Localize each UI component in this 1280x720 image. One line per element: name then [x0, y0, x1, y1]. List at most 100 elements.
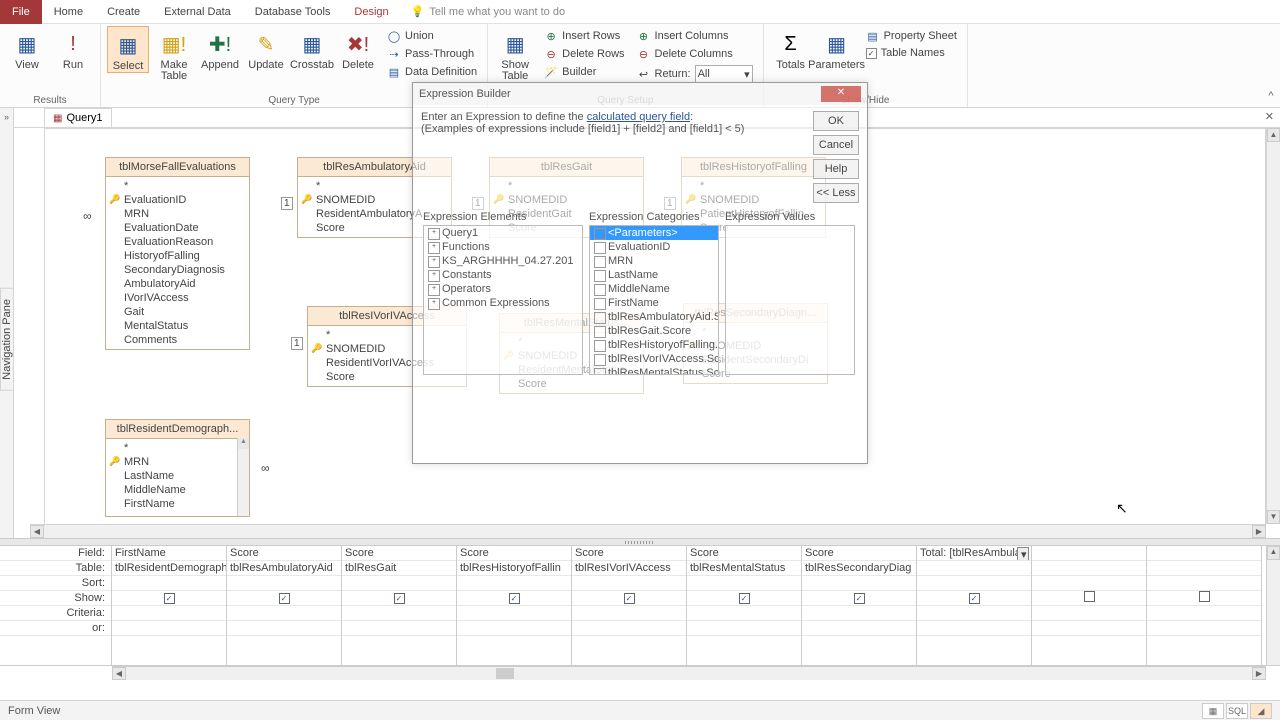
table-cell[interactable]: tblResSecondaryDiag	[802, 561, 916, 576]
horizontal-scrollbar[interactable]: ◀▶	[30, 524, 1266, 538]
update-button[interactable]: ✎Update	[245, 26, 287, 71]
show-cell[interactable]: ✓	[342, 591, 456, 606]
show-cell[interactable]: ✓	[917, 591, 1031, 606]
tree-item[interactable]: Constants	[424, 268, 582, 282]
show-checkbox[interactable]: ✓	[279, 593, 290, 604]
splitter[interactable]	[0, 538, 1280, 546]
close-icon[interactable]: ✕	[821, 86, 861, 102]
table-cell[interactable]: tblResidentDemograph	[112, 561, 226, 576]
table-cell[interactable]	[1032, 561, 1146, 576]
show-cell[interactable]	[1032, 591, 1146, 606]
append-button[interactable]: ✚!Append	[199, 26, 241, 71]
grid-column[interactable]: FirstNametblResidentDemograph✓	[112, 546, 227, 665]
grid-column[interactable]: ScoretblResHistoryofFallin✓	[457, 546, 572, 665]
dialog-titlebar[interactable]: Expression Builder✕	[413, 83, 867, 105]
insert-columns-button[interactable]: ⊕Insert Columns	[633, 28, 757, 44]
category-item[interactable]: tblResHistoryofFalling.S	[590, 338, 718, 352]
calc-field-link[interactable]: calculated query field	[587, 111, 690, 123]
tab-design[interactable]: Design	[342, 0, 400, 24]
grid-column[interactable]: ScoretblResMentalStatus ✓	[687, 546, 802, 665]
tell-me-search[interactable]: 💡Tell me what you want to do	[411, 5, 565, 18]
return-select[interactable]: All▾	[695, 65, 753, 83]
grid-column[interactable]: Total: [tblResAmbulat▾✓	[917, 546, 1032, 665]
ok-button[interactable]: OK	[813, 111, 859, 131]
field-dropdown-icon[interactable]: ▾	[1017, 547, 1029, 561]
field-item[interactable]: IVorIVAccess	[106, 291, 249, 305]
collapse-ribbon-icon[interactable]: ^	[1262, 24, 1280, 107]
tree-item[interactable]: KS_ARGHHHH_04.27.201	[424, 254, 582, 268]
category-item[interactable]: MRN	[590, 254, 718, 268]
field-cell[interactable]: Score	[342, 546, 456, 561]
close-tab-button[interactable]: ✕	[1265, 110, 1274, 123]
return-dropdown[interactable]: ↩Return:All▾	[633, 64, 757, 84]
show-checkbox[interactable]: ✓	[394, 593, 405, 604]
grid-column[interactable]: ScoretblResGait ✓	[342, 546, 457, 665]
category-item[interactable]: LastName	[590, 268, 718, 282]
view-button[interactable]: ▦View	[6, 26, 48, 71]
tab-external-data[interactable]: External Data	[152, 0, 243, 24]
category-item[interactable]: tblResAmbulatoryAid.Sc	[590, 310, 718, 324]
help-button[interactable]: Help	[813, 159, 859, 179]
table-header[interactable]: tblMorseFallEvaluations	[106, 158, 249, 177]
table-names-toggle[interactable]: ✓Table Names	[862, 46, 961, 60]
table-cell[interactable]: tblResIVorIVAccess	[572, 561, 686, 576]
select-query-button[interactable]: ▦Select	[107, 26, 149, 73]
field-item[interactable]: *	[106, 441, 249, 455]
category-item[interactable]: <Parameters>	[590, 226, 718, 240]
expr-categories-list[interactable]: <Parameters>EvaluationIDMRNLastNameMiddl…	[589, 225, 719, 375]
field-cell[interactable]: Score	[687, 546, 801, 561]
builder-button[interactable]: 🪄Builder	[540, 64, 628, 80]
crosstab-button[interactable]: ▦Crosstab	[291, 26, 333, 71]
field-item[interactable]: AmbulatoryAid	[106, 277, 249, 291]
insert-rows-button[interactable]: ⊕Insert Rows	[540, 28, 628, 44]
less-button[interactable]: << Less	[813, 183, 859, 203]
field-item[interactable]: Gait	[106, 305, 249, 319]
table-cell[interactable]	[1147, 561, 1261, 576]
field-item[interactable]: HistoryofFalling	[106, 249, 249, 263]
tree-item[interactable]: Query1	[424, 226, 582, 240]
tab-create[interactable]: Create	[95, 0, 152, 24]
parameters-button[interactable]: ▦Parameters	[816, 26, 858, 71]
grid-column[interactable]	[1032, 546, 1147, 665]
field-cell[interactable]	[1147, 546, 1261, 561]
field-item[interactable]: EvaluationID	[106, 193, 249, 207]
grid-column[interactable]	[1147, 546, 1262, 665]
show-checkbox[interactable]	[1084, 591, 1095, 602]
delete-columns-button[interactable]: ⊖Delete Columns	[633, 46, 757, 62]
expr-elements-tree[interactable]: Query1FunctionsKS_ARGHHHH_04.27.201Const…	[423, 225, 583, 375]
field-item[interactable]: MRN	[106, 455, 249, 469]
show-checkbox[interactable]: ✓	[854, 593, 865, 604]
nav-pane-label[interactable]: Navigation Pane	[0, 288, 14, 391]
vertical-scrollbar[interactable]: ▲▼	[1266, 128, 1280, 524]
field-cell[interactable]: Score	[802, 546, 916, 561]
table-scrollbar[interactable]: ▲	[237, 438, 249, 516]
show-checkbox[interactable]: ✓	[969, 593, 980, 604]
show-cell[interactable]	[1147, 591, 1261, 606]
show-cell[interactable]: ✓	[687, 591, 801, 606]
field-item[interactable]: MentalStatus	[106, 319, 249, 333]
table-cell[interactable]: tblResMentalStatus	[687, 561, 801, 576]
design-view-button[interactable]: ◢	[1250, 703, 1272, 719]
table-cell[interactable]: tblResHistoryofFallin	[457, 561, 571, 576]
tab-home[interactable]: Home	[42, 0, 95, 24]
data-definition-button[interactable]: ▤Data Definition	[383, 64, 481, 80]
tree-item[interactable]: Operators	[424, 282, 582, 296]
tab-file[interactable]: File	[0, 0, 42, 24]
category-item[interactable]: FirstName	[590, 296, 718, 310]
category-item[interactable]: EvaluationID	[590, 240, 718, 254]
show-checkbox[interactable]: ✓	[509, 593, 520, 604]
union-button[interactable]: ◯Union	[383, 28, 481, 44]
passthrough-button[interactable]: ⇢Pass-Through	[383, 46, 481, 62]
table-cell[interactable]: tblResGait	[342, 561, 456, 576]
show-checkbox[interactable]: ✓	[739, 593, 750, 604]
grid-hscroll[interactable]: ◀▶	[112, 666, 1266, 680]
expr-values-list[interactable]	[725, 225, 855, 375]
property-sheet-button[interactable]: ▤Property Sheet	[862, 28, 961, 44]
category-item[interactable]: tblResIVorIVAccess.Sco	[590, 352, 718, 366]
field-item[interactable]: MRN	[106, 207, 249, 221]
table-t1[interactable]: tblMorseFallEvaluations*EvaluationIDMRNE…	[105, 157, 250, 350]
table-cell[interactable]	[917, 561, 1031, 576]
grid-column[interactable]: ScoretblResAmbulatoryAid✓	[227, 546, 342, 665]
grid-column[interactable]: ScoretblResSecondaryDiag ✓	[802, 546, 917, 665]
field-item[interactable]: SecondaryDiagnosis	[106, 263, 249, 277]
